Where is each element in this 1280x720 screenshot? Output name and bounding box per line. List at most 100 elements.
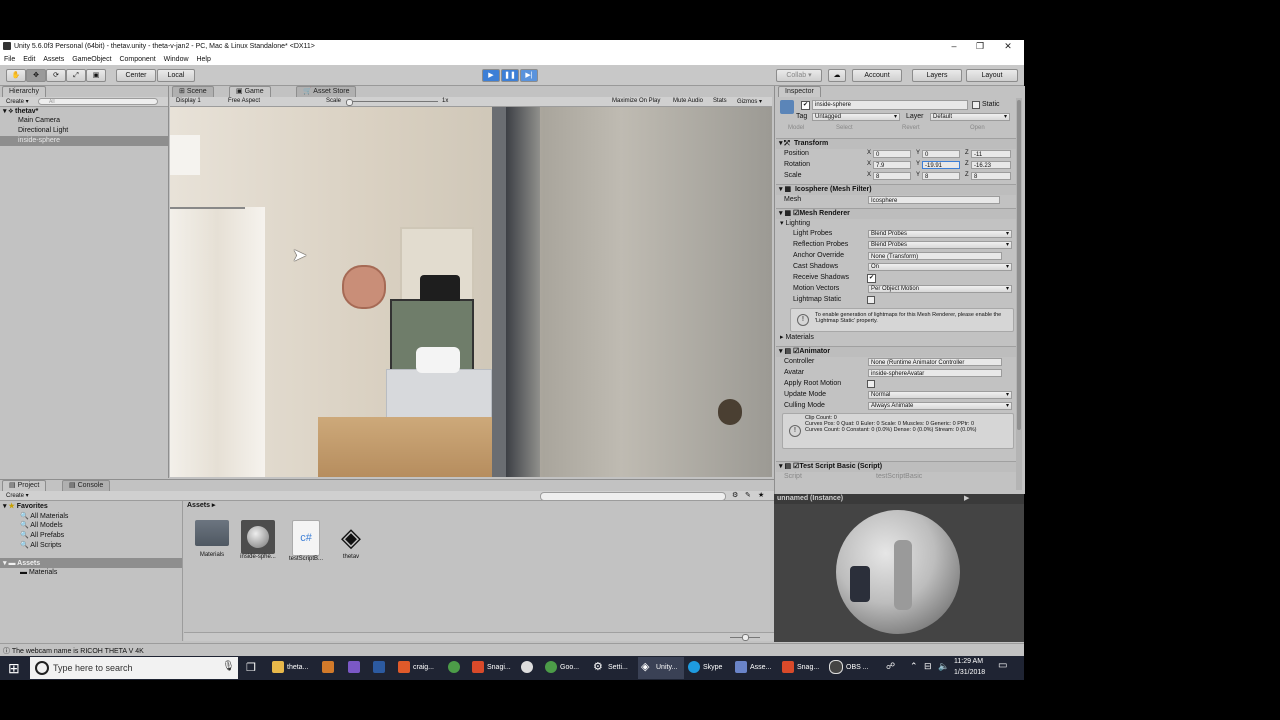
tab-game[interactable]: ▣ Game [229,86,271,97]
taskbar-app-unity[interactable]: ◈ Unity... [641,657,677,679]
menu-window[interactable]: Window [164,56,189,63]
play-button[interactable]: ▶ [482,69,500,82]
menu-gameobject[interactable]: GameObject [72,56,111,63]
network-icon[interactable]: ⊟ [924,661,932,672]
model-open-button[interactable]: Open [970,125,985,131]
object-name-field[interactable]: inside-sphere [812,100,968,110]
pivot-center-button[interactable]: Center [116,69,156,82]
step-button[interactable]: ▶| [520,69,538,82]
hierarchy-search-input[interactable]: All [38,98,158,105]
tab-hierarchy[interactable]: Hierarchy [2,86,46,97]
rotation-y-field[interactable]: -19.91 [922,161,960,169]
taskbar-app-google[interactable]: Goo... [545,657,579,679]
rotation-z-field[interactable]: -16.23 [971,161,1011,169]
taskbar-time[interactable]: 11:29 AM [954,658,983,665]
taskbar-date[interactable]: 1/31/2018 [954,669,985,676]
layout-button[interactable]: Layout [966,69,1018,82]
status-message[interactable]: ⓘ The webcam name is RICOH THETA V 4K [3,646,144,656]
start-button-icon[interactable]: ⊞ [8,660,20,677]
motion-vectors-dropdown[interactable]: Per Object Motion [868,285,1012,293]
active-checkbox[interactable]: ✔ [801,101,810,110]
favorite-star-icon[interactable]: ★ [758,491,764,499]
tab-asset-store[interactable]: 🛒 Asset Store [296,86,357,97]
people-icon[interactable]: ☍ [886,661,895,672]
task-view-icon[interactable]: ❐ [246,661,256,674]
favorite-all-scripts[interactable]: 🔍 All Scripts [20,541,61,549]
controller-field[interactable]: None (Runtime Animator Controller [868,358,1002,366]
mesh-renderer-header[interactable]: ▾ ▦ ☑Mesh Renderer [776,208,1016,219]
taskbar-search[interactable]: Type here to search 🎙 [30,657,238,679]
asset-inside-sphere-model[interactable]: inside-sphe... [232,520,284,560]
aspect-dropdown[interactable]: Free Aspect [228,98,260,104]
position-x-field[interactable]: 0 [873,150,911,158]
scale-tool-icon[interactable]: ⤢ [66,69,86,82]
taskbar-app-vs[interactable] [322,657,337,679]
position-z-field[interactable]: -11 [971,150,1011,158]
pause-button[interactable]: ❚❚ [501,69,519,82]
filter-type-icon[interactable]: ⚙ [732,491,738,499]
menu-edit[interactable]: Edit [23,56,35,63]
model-revert-button[interactable]: Revert [902,125,920,131]
script-header[interactable]: ▾ ▤ ☑Test Script Basic (Script) [776,461,1016,472]
favorite-all-models[interactable]: 🔍 All Models [20,521,63,529]
filter-label-icon[interactable]: ✎ [745,491,751,499]
game-view[interactable]: ➤ [170,107,772,477]
project-create-button[interactable]: Create ▾ [6,492,29,499]
rect-tool-icon[interactable]: ▣ [86,69,106,82]
taskbar-app-asset[interactable]: Asse... [735,657,771,679]
taskbar-app-theta[interactable]: theta... [272,657,308,679]
tab-project[interactable]: ▤ Project [2,480,47,491]
taskbar-app-inkscape[interactable] [521,657,536,679]
layer-dropdown[interactable]: Default [930,113,1010,121]
reflection-probes-dropdown[interactable]: Blend Probes [868,241,1012,249]
assets-root-folder[interactable]: ▾ ▬ Assets [3,559,40,567]
culling-mode-dropdown[interactable]: Always Animate [868,402,1012,410]
assets-breadcrumb[interactable]: Assets ▸ [187,501,215,509]
menu-assets[interactable]: Assets [43,56,64,63]
inspector-scroll-thumb[interactable] [1017,100,1021,430]
project-search-input[interactable] [540,492,726,501]
model-select-button[interactable]: Select [836,125,853,131]
hierarchy-item-directional-light[interactable]: Directional Light [18,127,68,134]
static-checkbox[interactable] [972,101,980,109]
hand-tool-icon[interactable]: ✋ [6,69,26,82]
favorites-foldout[interactable]: ▾ ★ Favorites [3,502,48,510]
volume-icon[interactable]: 🔈 [938,661,949,672]
folder-materials-tree[interactable]: ▬ Materials [20,569,57,576]
position-y-field[interactable]: 0 [922,150,960,158]
rotate-tool-icon[interactable]: ⟳ [46,69,66,82]
avatar-field[interactable]: inside-sphereAvatar [868,369,1002,377]
rotation-x-field[interactable]: 7.9 [873,161,911,169]
scale-slider-handle[interactable] [346,99,353,106]
lightmap-static-checkbox[interactable] [867,296,875,304]
close-button[interactable]: ✕ [994,40,1022,54]
favorite-all-materials[interactable]: 🔍 All Materials [20,512,68,520]
scale-z-field[interactable]: 8 [971,172,1011,180]
materials-foldout[interactable]: ▸ Materials [780,333,814,341]
mute-audio-toggle[interactable]: Mute Audio [673,98,703,104]
inspector-scrollbar[interactable] [1016,98,1022,490]
scale-slider-track[interactable] [346,101,438,102]
cloud-icon[interactable]: ☁ [828,69,846,82]
maximize-button[interactable]: ❐ [966,40,994,54]
tab-scene[interactable]: ⊞ Scene [172,86,214,97]
move-tool-icon[interactable]: ✥ [26,69,46,82]
taskbar-app-craig[interactable]: craig... [398,657,434,679]
preview-area[interactable] [774,504,1024,642]
menu-component[interactable]: Component [119,56,155,63]
receive-shadows-checkbox[interactable]: ✔ [867,274,876,283]
scale-y-field[interactable]: 8 [922,172,960,180]
taskbar-app-skype[interactable]: Skype [688,657,722,679]
action-center-icon[interactable]: ▭ [998,660,1007,671]
tab-inspector[interactable]: Inspector [778,86,821,97]
menu-help[interactable]: Help [196,56,210,63]
pivot-local-button[interactable]: Local [157,69,195,82]
menu-file[interactable]: File [4,56,15,63]
tab-console[interactable]: ▤ Console [62,480,111,491]
maximize-on-play-toggle[interactable]: Maximize On Play [612,98,660,104]
light-probes-dropdown[interactable]: Blend Probes [868,230,1012,238]
hierarchy-create-button[interactable]: Create ▾ [6,98,29,105]
minimize-button[interactable]: – [940,40,968,54]
stats-toggle[interactable]: Stats [713,98,727,104]
anchor-override-field[interactable]: None (Transform) [868,252,1002,260]
